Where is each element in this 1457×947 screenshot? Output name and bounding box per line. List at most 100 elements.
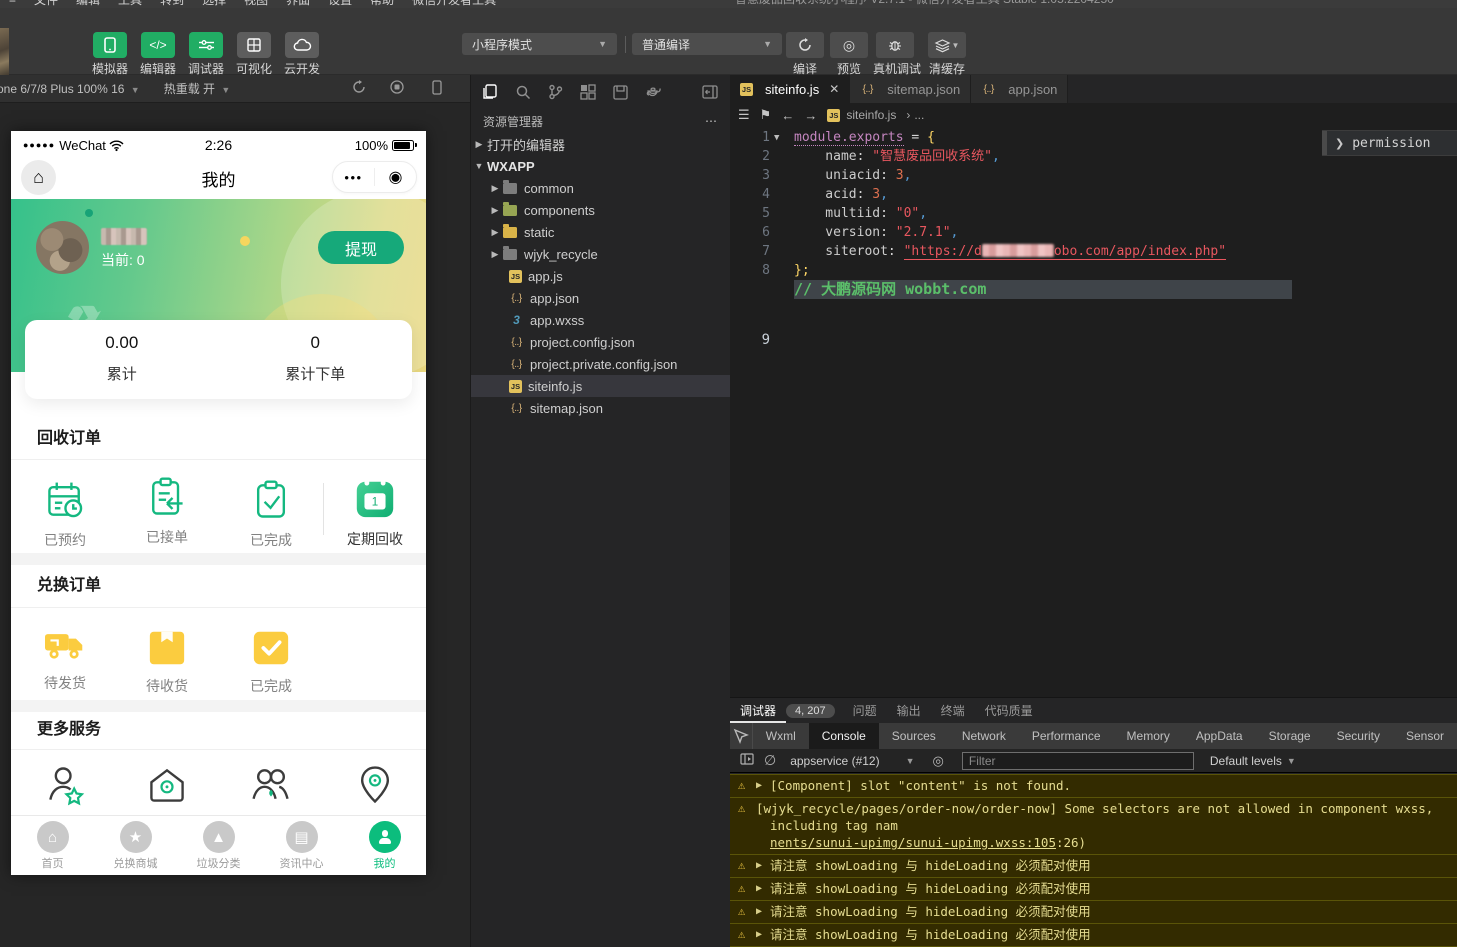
- withdraw-button[interactable]: 提现: [318, 231, 404, 264]
- tree-file-app-wxss[interactable]: 3 app.wxss: [471, 309, 730, 331]
- more-dots-icon[interactable]: •••: [333, 170, 374, 185]
- expand-icon[interactable]: ▶: [756, 857, 762, 874]
- tab-problems[interactable]: 问题: [843, 698, 887, 723]
- periodic-recycle-item[interactable]: 1 定期回收: [329, 475, 421, 549]
- back-icon[interactable]: ←: [781, 108, 794, 123]
- tab-sitemap-json[interactable]: {..} sitemap.json: [850, 75, 971, 103]
- expand-icon[interactable]: ▶: [756, 880, 762, 897]
- simulator-button[interactable]: [93, 32, 127, 58]
- source-control-icon[interactable]: [548, 84, 563, 100]
- tree-open-editors[interactable]: ▶ 打开的编辑器: [471, 133, 730, 155]
- tab-appdata[interactable]: AppData: [1183, 723, 1256, 749]
- menu-edit[interactable]: 编辑: [67, 0, 109, 8]
- expand-icon[interactable]: ▶: [756, 903, 762, 920]
- recycle-done-item[interactable]: 已完成: [225, 478, 317, 550]
- tree-file-app-js[interactable]: JS app.js: [471, 265, 730, 287]
- cloud-dev-button[interactable]: [285, 32, 319, 58]
- tree-file-sitemap-json[interactable]: {..} sitemap.json: [471, 397, 730, 419]
- site-url[interactable]: "https://dobo.com/app/index.php": [904, 244, 1226, 260]
- mode-select[interactable]: 小程序模式▼: [462, 33, 617, 55]
- tree-folder-static[interactable]: ▶ static: [471, 221, 730, 243]
- expand-icon[interactable]: ▶: [756, 777, 762, 794]
- tree-folder-components[interactable]: ▶ components: [471, 199, 730, 221]
- menu-tools[interactable]: 工具: [109, 0, 151, 8]
- clear-console-icon[interactable]: ∅: [764, 752, 776, 769]
- menu-icon[interactable]: ≡: [0, 0, 25, 6]
- record-icon[interactable]: [390, 80, 404, 97]
- tab-home[interactable]: ⌂ 首页: [11, 816, 94, 875]
- editor-button[interactable]: </>: [141, 32, 175, 58]
- device-select[interactable]: one 6/7/8 Plus 100% 16 ▼: [0, 82, 140, 96]
- phone-frame-icon[interactable]: [432, 80, 442, 98]
- console-output[interactable]: ⚠ ▶ [Component] slot "content" is not fo…: [730, 774, 1457, 947]
- device-debug-button[interactable]: [876, 32, 914, 58]
- tab-terminal[interactable]: 终端: [931, 698, 975, 723]
- tree-file-siteinfo-js[interactable]: JS siteinfo.js: [471, 375, 730, 397]
- search-icon[interactable]: [515, 84, 531, 100]
- breadcrumb-more[interactable]: ...: [914, 108, 924, 122]
- tab-console[interactable]: Console: [809, 723, 879, 749]
- fold-icon[interactable]: ▼: [774, 129, 779, 148]
- compile-select[interactable]: 普通编译▼: [632, 33, 782, 55]
- tab-siteinfo-js[interactable]: JS siteinfo.js ✕: [730, 75, 850, 103]
- tab-network[interactable]: Network: [949, 723, 1019, 749]
- avatar[interactable]: [36, 221, 89, 274]
- recycle-reserved-item[interactable]: 已预约: [19, 478, 111, 550]
- tab-storage[interactable]: Storage: [1256, 723, 1324, 749]
- tree-file-project-private-config[interactable]: {..} project.private.config.json: [471, 353, 730, 375]
- menu-file[interactable]: 文件: [25, 0, 67, 8]
- tab-memory[interactable]: Memory: [1114, 723, 1183, 749]
- visualization-button[interactable]: [237, 32, 271, 58]
- tree-root-wxapp[interactable]: ▼ WXAPP: [471, 155, 730, 177]
- compile-button[interactable]: [786, 32, 824, 58]
- tab-output[interactable]: 输出: [887, 698, 931, 723]
- tab-exchange-mall[interactable]: ★ 兑换商城: [94, 816, 177, 875]
- tree-file-project-config[interactable]: {..} project.config.json: [471, 331, 730, 353]
- hot-reload-toggle[interactable]: 热重载 开 ▼: [164, 80, 231, 97]
- live-expression-icon[interactable]: ◎: [933, 753, 944, 769]
- tree-folder-wjyk-recycle[interactable]: ▶ wjyk_recycle: [471, 243, 730, 265]
- recycle-accepted-item[interactable]: 已接单: [121, 475, 213, 547]
- exchange-done-item[interactable]: 已完成: [225, 628, 317, 696]
- to-ship-item[interactable]: 待发货: [19, 625, 111, 693]
- filter-input[interactable]: [962, 752, 1194, 770]
- menu-settings[interactable]: 设置: [319, 0, 361, 8]
- rotate-icon[interactable]: [352, 80, 366, 97]
- permission-peek-widget[interactable]: ❯ permission: [1322, 130, 1457, 156]
- tab-sensor[interactable]: Sensor: [1393, 723, 1457, 749]
- close-icon[interactable]: ✕: [829, 82, 839, 96]
- show-sidebar-icon[interactable]: [740, 753, 754, 768]
- tab-mine[interactable]: 我的: [343, 816, 426, 875]
- tab-debugger[interactable]: 调试器: [730, 698, 786, 723]
- tab-sources[interactable]: Sources: [879, 723, 949, 749]
- menu-help[interactable]: 帮助: [361, 0, 403, 8]
- bookmark-icon[interactable]: ⚑: [760, 107, 772, 123]
- tab-wxml[interactable]: Wxml: [753, 723, 809, 749]
- capsule-close-icon[interactable]: ◉: [375, 167, 416, 187]
- extensions-icon[interactable]: [580, 84, 596, 100]
- tab-news-center[interactable]: ▤ 资讯中心: [260, 816, 343, 875]
- menu-interface[interactable]: 界面: [277, 0, 319, 8]
- tree-folder-common[interactable]: ▶ common: [471, 177, 730, 199]
- context-select[interactable]: appservice (#12) ▼: [790, 754, 914, 768]
- breadcrumb-file[interactable]: siteinfo.js: [846, 108, 896, 122]
- forward-icon[interactable]: →: [804, 108, 817, 123]
- menu-select[interactable]: 选择: [193, 0, 235, 8]
- menu-devtools[interactable]: 微信开发者工具: [403, 0, 505, 8]
- more-actions-icon[interactable]: ⋯: [705, 114, 718, 128]
- menu-view[interactable]: 视图: [235, 0, 277, 8]
- source-link[interactable]: nents/sunui-upimg/sunui-upimg.wxss:105: [770, 835, 1056, 850]
- npm-build-icon[interactable]: [613, 85, 628, 100]
- collapse-panel-icon[interactable]: [702, 85, 718, 99]
- log-levels-select[interactable]: Default levels ▼: [1210, 754, 1296, 768]
- expand-icon[interactable]: ▶: [756, 926, 762, 943]
- code-area[interactable]: 1▼module.exports = { 2 name: "智慧废品回收系统",…: [730, 128, 1457, 697]
- tab-performance[interactable]: Performance: [1019, 723, 1114, 749]
- preview-button[interactable]: ◎: [830, 32, 868, 58]
- outline-icon[interactable]: ☰: [738, 107, 750, 123]
- tab-garbage-sorting[interactable]: ▲ 垃圾分类: [177, 816, 260, 875]
- debugger-button[interactable]: [189, 32, 223, 58]
- tab-app-json[interactable]: {..} app.json: [971, 75, 1068, 103]
- files-icon[interactable]: [482, 84, 498, 100]
- tab-code-quality[interactable]: 代码质量: [975, 698, 1043, 723]
